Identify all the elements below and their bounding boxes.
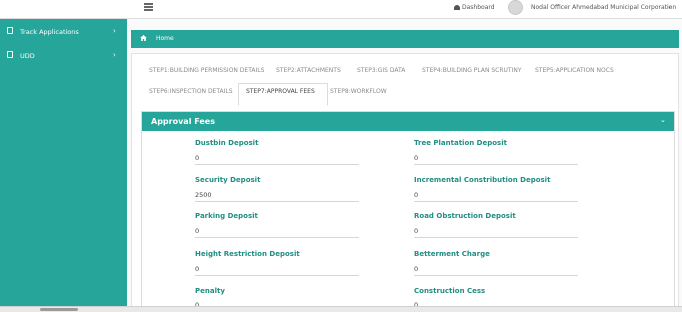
field-underline	[414, 275, 578, 276]
field-label-incremental-contribution-deposit: Incremental Constribution Deposit	[414, 176, 551, 184]
approval-fees-panel: Approval Fees ⌄ Dustbin Deposit 0 Tree P…	[141, 111, 675, 309]
field-label-construction-cess: Construction Cess	[414, 287, 486, 295]
field-label-road-obstruction-deposit: Road Obstruction Deposit	[414, 212, 516, 220]
field-underline	[195, 201, 359, 202]
breadcrumb-home[interactable]: Home	[156, 35, 174, 42]
field-label-parking-deposit: Parking Deposit	[195, 212, 258, 220]
tab-step7[interactable]: STEP7:APPROVAL FEES	[246, 88, 315, 95]
field-label-tree-plantation-deposit: Tree Plantation Deposit	[414, 139, 507, 147]
document-icon	[7, 51, 13, 58]
field-underline	[414, 237, 578, 238]
chevron-right-icon: ›	[113, 27, 116, 35]
panel-header[interactable]: Approval Fees ⌄	[142, 112, 674, 131]
field-value-height-restriction-deposit: 0	[195, 265, 200, 273]
document-icon	[7, 27, 13, 34]
tab-step4[interactable]: STEP4:BUILDING PLAN SCRUTINY	[422, 67, 522, 74]
field-value-dustbin-deposit: 0	[195, 154, 200, 162]
field-label-security-deposit: Security Deposit	[195, 176, 261, 184]
dashboard-link[interactable]: Dashboard	[454, 4, 495, 11]
tab-step1[interactable]: STEP1:BUILDING PERMISSION DETAILS	[149, 67, 264, 74]
sidebar-item-label: Track Applications	[20, 28, 79, 36]
field-underline	[414, 201, 578, 202]
field-value-betterment-charge: 0	[414, 265, 419, 273]
tab-step2[interactable]: STEP2:ATTACHMENTS	[276, 67, 341, 74]
field-label-dustbin-deposit: Dustbin Deposit	[195, 139, 259, 147]
user-menu-label[interactable]: Nodal Officer Ahmedabad Municipal Corpor…	[531, 4, 676, 11]
field-label-betterment-charge: Betterment Charge	[414, 250, 490, 258]
tab-step5[interactable]: STEP5:APPLICATION NOCS	[535, 67, 614, 74]
tab-step8[interactable]: STEP8:WORKFLOW	[330, 88, 387, 95]
sidebar: Track Applications › UDD ›	[0, 19, 127, 306]
menu-icon[interactable]	[144, 3, 153, 11]
application-card: STEP1:BUILDING PERMISSION DETAILS STEP2:…	[131, 53, 679, 309]
sidebar-item-udd[interactable]: UDD ›	[0, 47, 127, 65]
field-value-incremental-contribution-deposit: 0	[414, 191, 419, 199]
home-icon	[140, 35, 147, 41]
avatar[interactable]	[508, 0, 523, 15]
sidebar-item-track-applications[interactable]: Track Applications ›	[0, 23, 127, 41]
field-underline	[195, 275, 359, 276]
tab-step6[interactable]: STEP6:INSPECTION DETAILS	[149, 88, 233, 95]
field-underline	[195, 164, 359, 165]
horizontal-scrollbar[interactable]	[0, 306, 682, 312]
chevron-down-icon[interactable]: ⌄	[667, 3, 672, 10]
field-underline	[414, 164, 578, 165]
panel-title: Approval Fees	[151, 117, 215, 126]
dashboard-icon	[454, 5, 460, 10]
field-value-tree-plantation-deposit: 0	[414, 154, 419, 162]
main-content: Home STEP1:BUILDING PERMISSION DETAILS S…	[127, 19, 682, 309]
scrollbar-thumb[interactable]	[40, 308, 78, 311]
field-underline	[195, 237, 359, 238]
field-value-parking-deposit: 0	[195, 227, 200, 235]
field-value-security-deposit: 2500	[195, 191, 212, 199]
tab-step3[interactable]: STEP3:GIS DATA	[357, 67, 405, 74]
top-bar: Dashboard Nodal Officer Ahmedabad Munici…	[0, 0, 682, 19]
chevron-right-icon: ›	[113, 51, 116, 59]
field-label-penalty: Penalty	[195, 287, 225, 295]
dashboard-label: Dashboard	[462, 4, 495, 11]
breadcrumb: Home	[131, 30, 679, 48]
field-value-road-obstruction-deposit: 0	[414, 227, 419, 235]
field-label-height-restriction-deposit: Height Restriction Deposit	[195, 250, 300, 258]
chevron-down-icon[interactable]: ⌄	[660, 116, 666, 124]
sidebar-item-label: UDD	[20, 52, 35, 60]
